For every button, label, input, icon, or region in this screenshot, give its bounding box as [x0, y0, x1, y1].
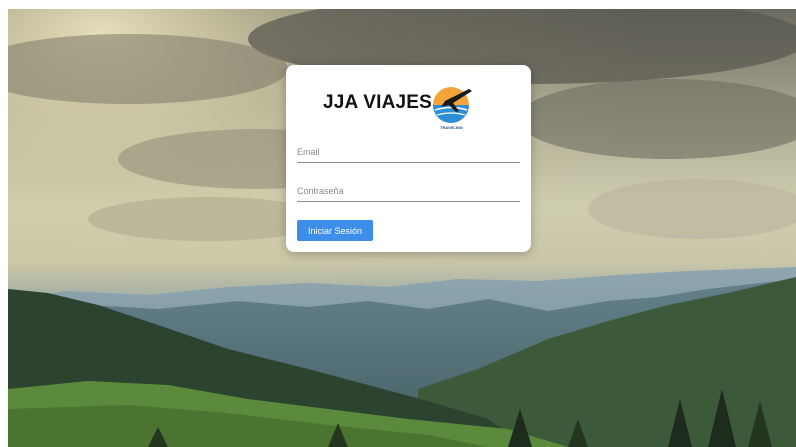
brand-title: JJA VIAJES: [323, 92, 433, 113]
login-card: JJA VIAJES TRAVELING Iniciar Sesión: [286, 65, 531, 252]
travel-logo-icon: [433, 87, 472, 123]
email-field[interactable]: [297, 141, 520, 163]
password-field[interactable]: [297, 180, 520, 202]
login-button[interactable]: Iniciar Sesión: [297, 220, 373, 241]
logo-caption: TRAVELING: [440, 125, 463, 130]
